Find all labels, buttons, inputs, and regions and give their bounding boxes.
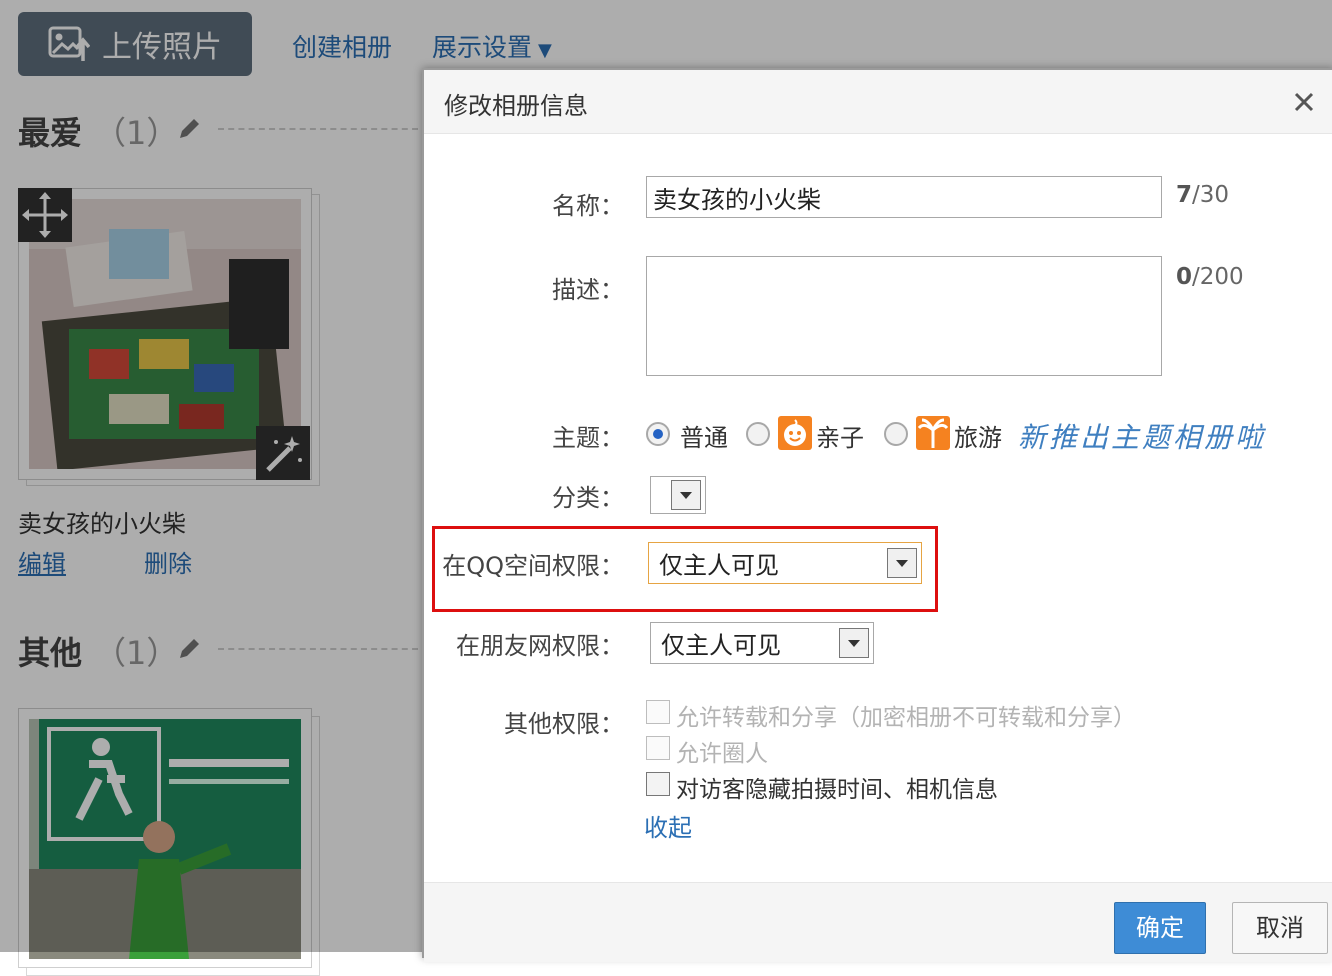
hide-exif-label[interactable]: 对访客隐藏拍摄时间、相机信息 [676, 770, 998, 804]
pengyou-permission-value: 仅主人可见 [661, 631, 781, 660]
category-select[interactable] [650, 476, 706, 514]
theme-normal-label[interactable]: 普通 [680, 418, 728, 453]
album-name-input[interactable] [646, 176, 1162, 218]
allow-share-label: 允许转载和分享（加密相册不可转载和分享） [676, 705, 1136, 731]
desc-max: /200 [1192, 264, 1244, 290]
description-char-counter: 0/200 [1176, 264, 1244, 290]
confirm-button[interactable]: 确定 [1114, 902, 1206, 954]
name-count: 7 [1176, 182, 1193, 208]
theme-travel-radio[interactable] [884, 422, 908, 446]
name-label: 名称： [552, 192, 624, 220]
hide-exif-checkbox[interactable] [646, 772, 670, 796]
name-max: /30 [1192, 182, 1230, 208]
theme-family-radio[interactable] [746, 422, 770, 446]
theme-label: 主题： [552, 424, 624, 452]
dropdown-arrow-icon [887, 548, 917, 578]
edit-album-dialog: 修改相册信息 名称： 7/30 描述： 0/200 主题： 普通 亲子 旅游 新… [422, 68, 1332, 962]
qzone-permission-label: 在QQ空间权限： [442, 552, 624, 580]
allow-tag-people-checkbox [646, 736, 670, 760]
theme-normal-radio[interactable] [646, 422, 670, 446]
desc-count: 0 [1176, 264, 1193, 290]
dropdown-arrow-icon [671, 480, 701, 510]
qzone-permission-select[interactable]: 仅主人可见 [648, 542, 922, 584]
theme-travel-label[interactable]: 旅游 [954, 418, 1002, 453]
pengyou-permission-select[interactable]: 仅主人可见 [650, 622, 874, 664]
description-label: 描述： [552, 276, 624, 304]
theme-family-label[interactable]: 亲子 [816, 418, 864, 453]
dialog-title: 修改相册信息 [444, 92, 588, 120]
baby-face-icon [778, 416, 812, 450]
allow-share-checkbox [646, 700, 670, 724]
other-permission-label: 其他权限： [504, 710, 624, 738]
dropdown-arrow-icon [839, 628, 869, 658]
collapse-link[interactable]: 收起 [644, 808, 692, 843]
palm-tree-icon [916, 416, 950, 450]
dialog-header: 修改相册信息 [424, 70, 1332, 134]
allow-tag-people-label: 允许圈人 [676, 741, 768, 767]
close-icon[interactable] [1290, 88, 1318, 116]
pengyou-permission-label: 在朋友网权限： [456, 632, 624, 660]
name-char-counter: 7/30 [1176, 182, 1229, 208]
cancel-button[interactable]: 取消 [1232, 902, 1328, 954]
theme-promo-text[interactable]: 新推出主题相册啦 [1018, 416, 1266, 456]
category-label: 分类： [552, 484, 624, 512]
qzone-permission-value: 仅主人可见 [659, 551, 779, 580]
album-description-textarea[interactable] [646, 256, 1162, 376]
